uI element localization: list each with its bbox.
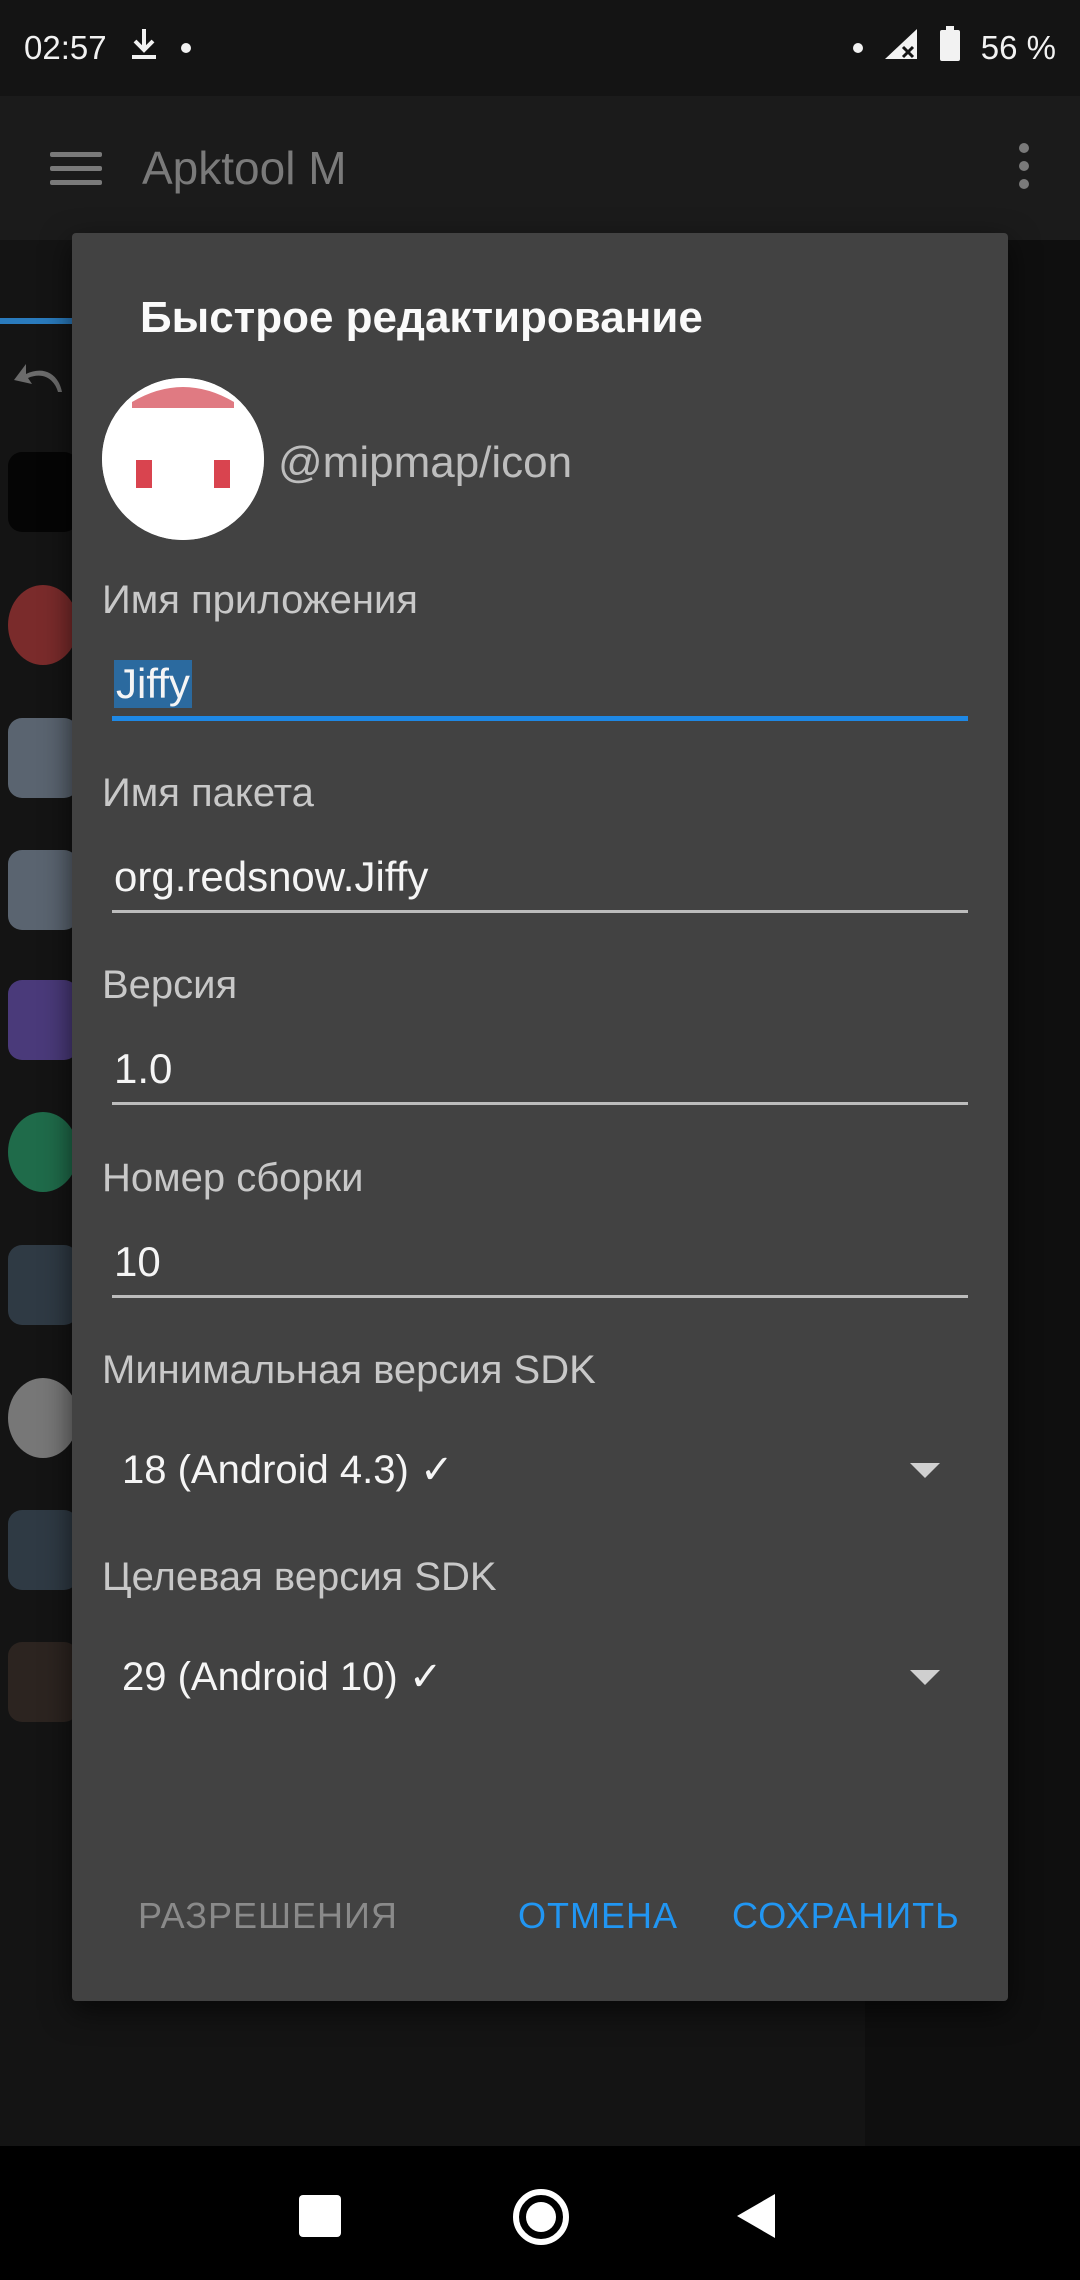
- recents-icon[interactable]: [299, 2195, 341, 2237]
- min-sdk-value: 18 (Android 4.3) ✓: [122, 1448, 454, 1492]
- target-sdk-value: 29 (Android 10) ✓: [122, 1655, 443, 1699]
- status-bar: 02:57 56 %: [0, 0, 1080, 96]
- status-time: 02:57: [24, 29, 107, 66]
- app-title: Apktool M: [142, 142, 347, 194]
- app-icon[interactable]: [102, 378, 264, 540]
- dialog-title: Быстрое редактирование: [140, 293, 703, 342]
- package-input[interactable]: org.redsnow.Jiffy: [112, 843, 968, 913]
- app-item-icon: [8, 1378, 78, 1458]
- folder-item-icon: [8, 452, 78, 532]
- navigation-bar: [0, 2146, 1080, 2280]
- more-options-icon[interactable]: [1018, 142, 1030, 195]
- target-sdk-dropdown[interactable]: 29 (Android 10) ✓: [122, 1637, 958, 1717]
- file-item-icon: [8, 1510, 78, 1590]
- tab-indicator: [0, 318, 72, 324]
- app-item-icon: [8, 585, 78, 665]
- back-icon[interactable]: [737, 2194, 775, 2238]
- build-value: 10: [114, 1237, 161, 1285]
- app-name-value: Jiffy: [114, 659, 192, 708]
- signal-icon: [883, 27, 919, 69]
- dropdown-arrow-icon: [910, 1462, 940, 1478]
- app-name-input[interactable]: Jiffy: [112, 651, 968, 721]
- undo-icon: [12, 358, 72, 403]
- version-input[interactable]: 1.0: [112, 1035, 968, 1105]
- min-sdk-label: Минимальная версия SDK: [102, 1348, 596, 1392]
- download-icon: [129, 27, 159, 69]
- app-item-icon: [8, 1642, 78, 1722]
- file-item-icon: [8, 1245, 78, 1325]
- build-input[interactable]: 10: [112, 1228, 968, 1298]
- battery-percent: 56 %: [980, 29, 1056, 66]
- cancel-button[interactable]: ОТМЕНА: [518, 1895, 678, 1937]
- android-item-icon: [8, 718, 78, 798]
- app-name-label: Имя приложения: [102, 578, 418, 622]
- version-value: 1.0: [114, 1044, 173, 1092]
- quick-edit-dialog: Быстрое редактирование @mipmap/icon Имя …: [72, 233, 1008, 2001]
- icon-resource-name: @mipmap/icon: [278, 438, 573, 487]
- app-item-icon: [8, 1112, 78, 1192]
- android-item-icon: [8, 850, 78, 930]
- home-icon[interactable]: [513, 2189, 569, 2245]
- menu-icon[interactable]: [50, 143, 102, 194]
- save-button[interactable]: СОХРАНИТЬ: [732, 1895, 960, 1937]
- app-bar: Apktool M: [0, 96, 1080, 240]
- build-label: Номер сборки: [102, 1156, 364, 1200]
- min-sdk-dropdown[interactable]: 18 (Android 4.3) ✓: [122, 1430, 958, 1510]
- app-item-icon: [8, 980, 78, 1060]
- package-value: org.redsnow.Jiffy: [114, 852, 429, 900]
- package-label: Имя пакета: [102, 771, 314, 815]
- battery-icon: [939, 26, 961, 70]
- screen: 02:57 56 % Apktool M Быстрое редактирова…: [0, 0, 1080, 2280]
- permissions-button[interactable]: РАЗРЕШЕНИЯ: [138, 1895, 398, 1937]
- dot-icon: [852, 43, 863, 53]
- target-sdk-label: Целевая версия SDK: [102, 1555, 497, 1599]
- notification-dot-icon: [180, 43, 191, 53]
- version-label: Версия: [102, 963, 238, 1007]
- dropdown-arrow-icon: [910, 1669, 940, 1685]
